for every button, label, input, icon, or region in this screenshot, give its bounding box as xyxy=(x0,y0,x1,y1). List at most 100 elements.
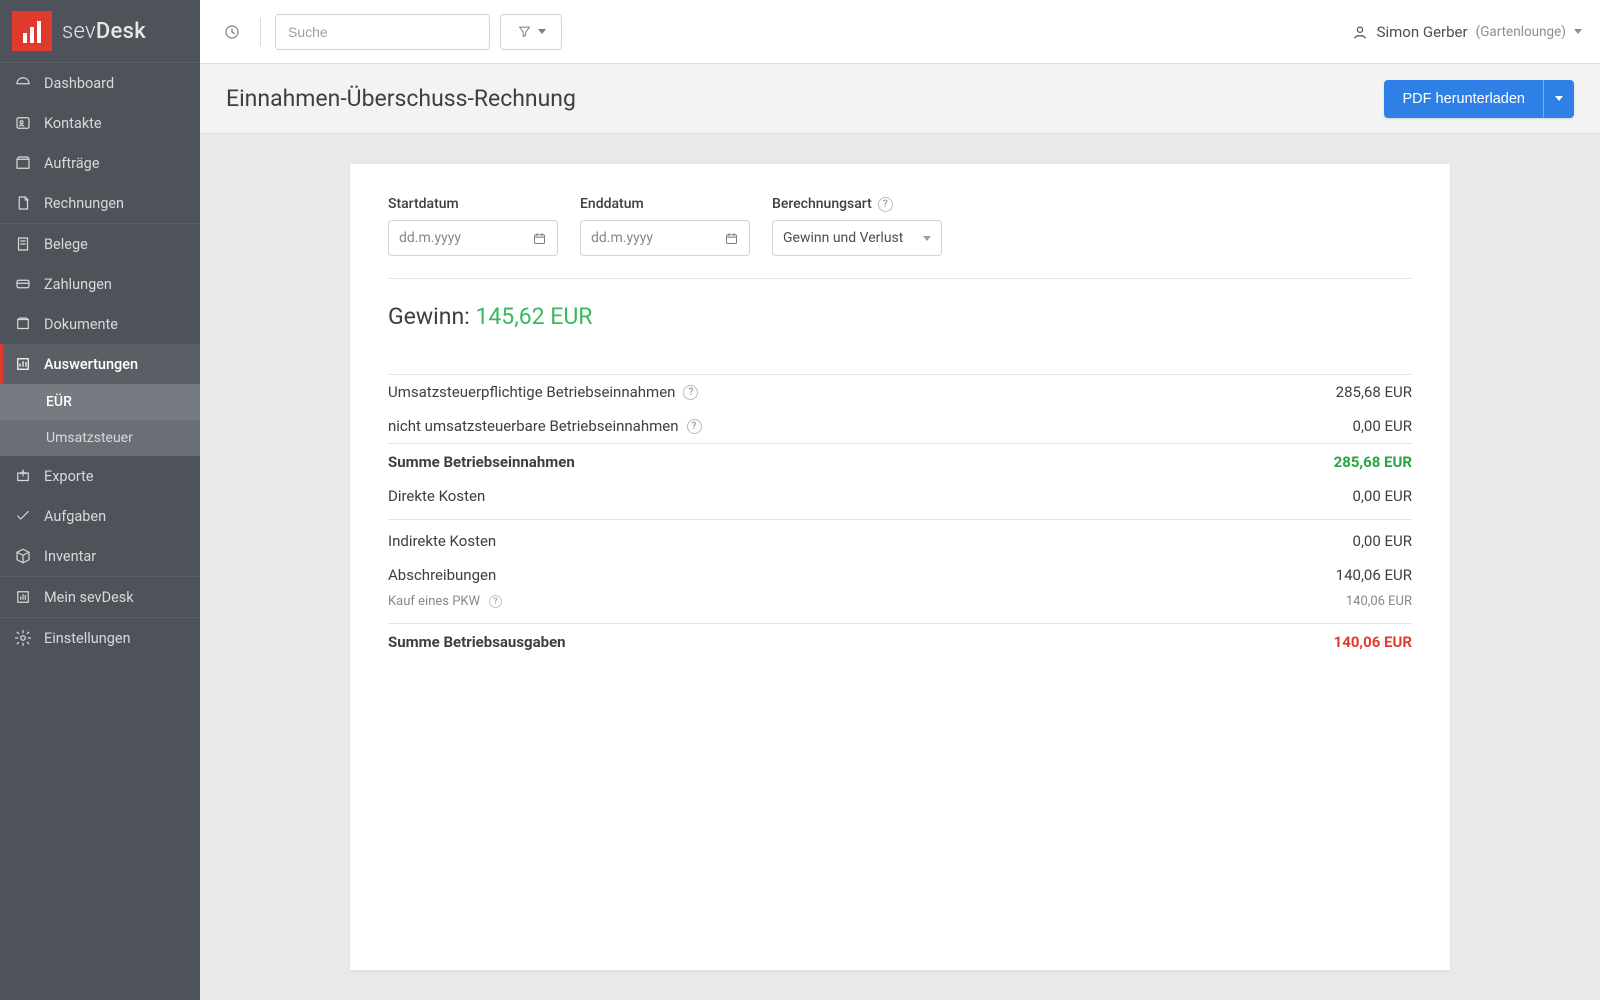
report-row: Umsatzsteuerpflichtige Betriebseinnahmen… xyxy=(388,375,1412,409)
sidebar-item-auftraege[interactable]: Aufträge xyxy=(0,143,200,183)
end-date-input[interactable]: dd.m.yyyy xyxy=(580,220,750,256)
sidebar-item-label: Einstellungen xyxy=(44,630,131,647)
sidebar-item-dokumente[interactable]: Dokumente xyxy=(0,304,200,344)
row-value: 285,68 EUR xyxy=(1336,383,1412,401)
row-value: 0,00 EUR xyxy=(1353,532,1412,550)
row-value: 140,06 EUR xyxy=(1346,594,1412,609)
sidebar-item-auswertungen[interactable]: Auswertungen xyxy=(0,344,200,384)
field-berechnungsart: Berechnungsart ? Gewinn und Verlust xyxy=(772,196,942,256)
sidebar-item-kontakte[interactable]: Kontakte xyxy=(0,103,200,143)
row-value: 0,00 EUR xyxy=(1353,487,1412,505)
page-title: Einnahmen-Überschuss-Rechnung xyxy=(226,85,576,112)
profit-line: Gewinn: 145,62 EUR xyxy=(388,303,1412,330)
row-label: Indirekte Kosten xyxy=(388,532,496,550)
start-date-input[interactable]: dd.m.yyyy xyxy=(388,220,558,256)
calendar-icon xyxy=(532,231,547,246)
user-icon xyxy=(1351,23,1369,41)
history-button[interactable] xyxy=(218,18,246,46)
user-menu[interactable]: Simon Gerber (Gartenlounge) xyxy=(1351,23,1582,41)
field-enddatum: Enddatum dd.m.yyyy xyxy=(580,196,750,256)
my-sevdesk-icon xyxy=(14,588,32,606)
sidebar-item-einstellungen[interactable]: Einstellungen xyxy=(0,618,200,658)
sidebar-subitem-euer[interactable]: EÜR xyxy=(0,384,200,420)
report-row-sum-expense: Summe Betriebsausgaben 140,06 EUR xyxy=(388,623,1412,659)
gear-icon xyxy=(14,629,32,647)
report-row-sub: Kauf eines PKW ? 140,06 EUR xyxy=(388,592,1412,617)
sidebar-item-mein-sevdesk[interactable]: Mein sevDesk xyxy=(0,577,200,617)
sidebar-item-label: EÜR xyxy=(46,394,72,410)
chevron-down-icon xyxy=(923,236,931,241)
field-label-text: Berechnungsart xyxy=(772,196,872,212)
sidebar-item-label: Exporte xyxy=(44,468,94,485)
payments-icon xyxy=(14,275,32,293)
report-row: Indirekte Kosten 0,00 EUR xyxy=(388,524,1412,558)
company-name: (Gartenlounge) xyxy=(1476,24,1566,40)
filter-button[interactable] xyxy=(500,14,562,50)
tasks-icon xyxy=(14,507,32,525)
sidebar-item-exporte[interactable]: Exporte xyxy=(0,456,200,496)
topbar: Simon Gerber (Gartenlounge) xyxy=(200,0,1600,64)
field-label: Startdatum xyxy=(388,196,558,212)
sidebar-item-label: Dokumente xyxy=(44,316,118,333)
report-row: nicht umsatzsteuerbare Betriebseinnahmen… xyxy=(388,409,1412,443)
row-label: Abschreibungen xyxy=(388,566,496,584)
funnel-icon xyxy=(517,24,532,39)
calc-type-select[interactable]: Gewinn und Verlust xyxy=(772,220,942,256)
sidebar-item-label: Aufträge xyxy=(44,155,100,172)
field-label: Berechnungsart ? xyxy=(772,196,942,212)
sidebar-item-label: Auswertungen xyxy=(44,356,138,373)
download-pdf-split-button: PDF herunterladen xyxy=(1384,80,1574,118)
sidebar-item-label: Rechnungen xyxy=(44,195,124,212)
download-pdf-caret[interactable] xyxy=(1544,80,1574,118)
report-card: Startdatum dd.m.yyyy Enddatum dd.m.yyyy xyxy=(350,164,1450,970)
button-label: PDF herunterladen xyxy=(1402,91,1525,107)
help-icon[interactable]: ? xyxy=(687,419,702,434)
sidebar-item-inventar[interactable]: Inventar xyxy=(0,536,200,576)
row-value: 140,06 EUR xyxy=(1334,633,1412,651)
sidebar-subitem-umsatzsteuer[interactable]: Umsatzsteuer xyxy=(0,420,200,456)
sidebar-item-label: Dashboard xyxy=(44,75,114,92)
sidebar-item-zahlungen[interactable]: Zahlungen xyxy=(0,264,200,304)
report-row: Direkte Kosten 0,00 EUR xyxy=(388,479,1412,513)
help-icon[interactable]: ? xyxy=(878,197,893,212)
sidebar-item-rechnungen[interactable]: Rechnungen xyxy=(0,183,200,223)
row-label: nicht umsatzsteuerbare Betriebseinnahmen xyxy=(388,417,679,435)
filter-row: Startdatum dd.m.yyyy Enddatum dd.m.yyyy xyxy=(388,196,1412,279)
download-pdf-button[interactable]: PDF herunterladen xyxy=(1384,80,1544,118)
dashboard-icon xyxy=(14,74,32,92)
search-input[interactable] xyxy=(275,14,490,50)
reports-icon xyxy=(14,355,32,373)
help-icon[interactable]: ? xyxy=(683,385,698,400)
sidebar-item-dashboard[interactable]: Dashboard xyxy=(0,63,200,103)
clock-icon xyxy=(223,23,241,41)
profit-label: Gewinn: xyxy=(388,303,470,330)
date-placeholder: dd.m.yyyy xyxy=(591,230,653,246)
inventory-icon xyxy=(14,547,32,565)
sidebar-item-label: Umsatzsteuer xyxy=(46,430,133,446)
date-placeholder: dd.m.yyyy xyxy=(399,230,461,246)
row-value: 285,68 EUR xyxy=(1334,453,1412,471)
profit-value: 145,62 EUR xyxy=(475,303,592,330)
field-label: Enddatum xyxy=(580,196,750,212)
report-table: Umsatzsteuerpflichtige Betriebseinnahmen… xyxy=(388,374,1412,659)
row-value: 0,00 EUR xyxy=(1353,417,1412,435)
logo[interactable]: sevDesk xyxy=(0,0,200,62)
orders-icon xyxy=(14,154,32,172)
page-header: Einnahmen-Überschuss-Rechnung PDF herunt… xyxy=(200,64,1600,134)
sidebar-item-aufgaben[interactable]: Aufgaben xyxy=(0,496,200,536)
field-startdatum: Startdatum dd.m.yyyy xyxy=(388,196,558,256)
row-label: Direkte Kosten xyxy=(388,487,485,505)
report-row-sum-income: Summe Betriebseinnahmen 285,68 EUR xyxy=(388,443,1412,479)
chevron-down-icon xyxy=(1574,29,1582,34)
sidebar-item-belege[interactable]: Belege xyxy=(0,224,200,264)
row-value: 140,06 EUR xyxy=(1336,566,1412,584)
sidebar-item-label: Mein sevDesk xyxy=(44,589,134,606)
content: Startdatum dd.m.yyyy Enddatum dd.m.yyyy xyxy=(200,134,1600,1000)
invoices-icon xyxy=(14,194,32,212)
main: Simon Gerber (Gartenlounge) Einnahmen-Üb… xyxy=(200,0,1600,1000)
sidebar-item-label: Belege xyxy=(44,236,88,253)
sidebar-item-label: Aufgaben xyxy=(44,508,106,525)
row-label: Umsatzsteuerpflichtige Betriebseinnahmen xyxy=(388,383,675,401)
help-icon[interactable]: ? xyxy=(489,595,502,608)
report-row: Abschreibungen 140,06 EUR xyxy=(388,558,1412,592)
